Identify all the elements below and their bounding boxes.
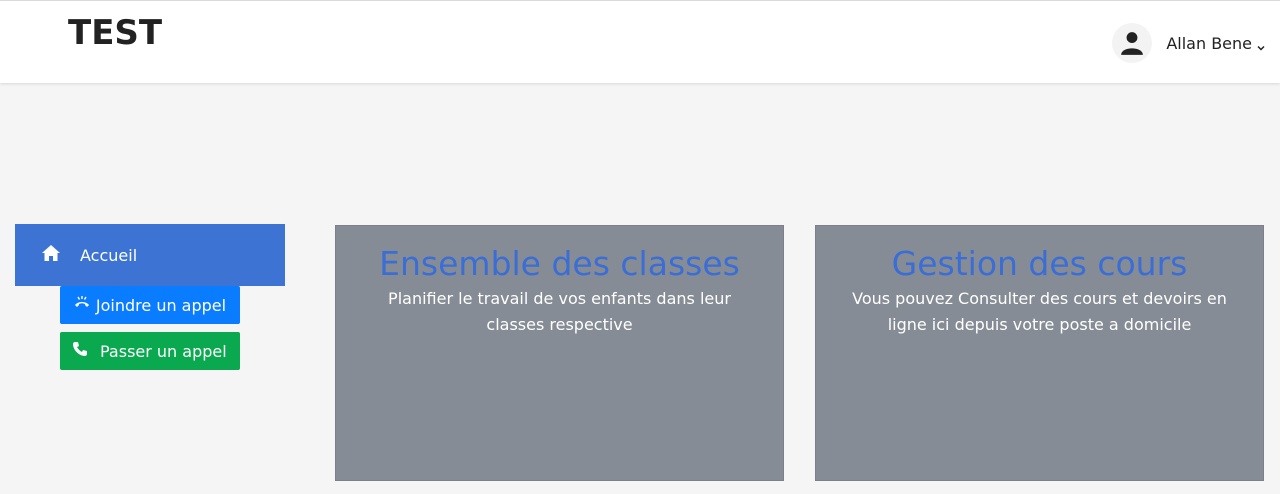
home-icon xyxy=(41,244,61,266)
chevron-down-icon[interactable] xyxy=(1256,38,1266,51)
courses-card[interactable]: Gestion des cours Vous pouvez Consulter … xyxy=(815,225,1264,481)
user-icon[interactable] xyxy=(1112,23,1153,63)
user-menu[interactable]: Allan Bene xyxy=(1112,21,1266,65)
card-text: Vous pouvez Consulter des cours et devoi… xyxy=(852,289,1227,334)
sidebar: Accueil Joindre un appel Passer un appel xyxy=(15,224,285,370)
join-call-button[interactable]: Joindre un appel xyxy=(60,286,240,324)
top-navbar: TEST Allan Bene xyxy=(0,0,1280,83)
card-title: Gestion des cours xyxy=(891,244,1188,283)
place-call-label: Passer un appel xyxy=(100,341,227,361)
sidebar-item-label: Accueil xyxy=(80,245,138,265)
classes-card[interactable]: Ensemble des classes Planifier le travai… xyxy=(335,225,784,481)
sidebar-item-accueil[interactable]: Accueil xyxy=(15,224,285,286)
card-title: Ensemble des classes xyxy=(379,244,740,283)
brand-logo[interactable]: TEST xyxy=(68,13,162,53)
card-text: Planifier le travail de vos enfants dans… xyxy=(388,289,731,334)
phone-icon xyxy=(72,341,94,361)
place-call-button[interactable]: Passer un appel xyxy=(60,332,240,370)
user-name[interactable]: Allan Bene xyxy=(1166,34,1252,53)
join-call-label: Joindre un appel xyxy=(95,295,227,315)
hangup-phone-icon xyxy=(74,295,96,315)
